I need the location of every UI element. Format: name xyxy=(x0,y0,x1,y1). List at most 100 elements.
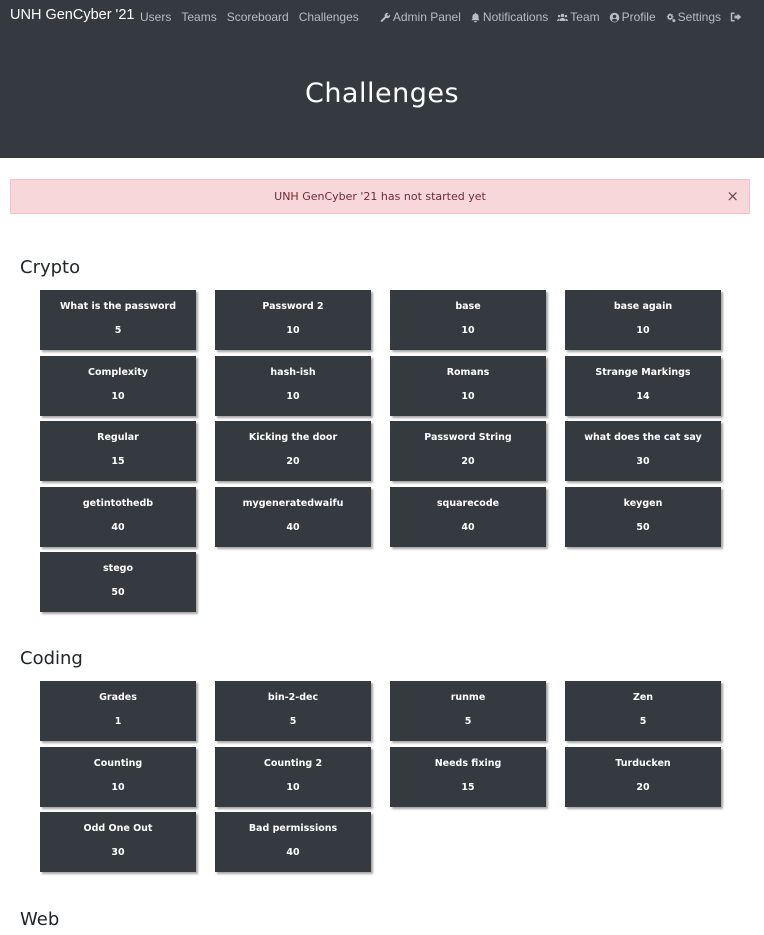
challenge-value: 10 xyxy=(111,391,125,402)
challenge-value: 40 xyxy=(286,847,300,858)
challenge-button[interactable]: base again 10 xyxy=(565,290,721,350)
challenge-button[interactable]: Complexity 10 xyxy=(40,356,196,416)
challenge-button[interactable]: squarecode 40 xyxy=(390,487,546,547)
challenge-name: Zen xyxy=(632,692,654,703)
challenge-value: 5 xyxy=(114,325,122,336)
challenge-value: 50 xyxy=(111,587,125,598)
challenge-value: 10 xyxy=(461,391,475,402)
users-icon xyxy=(557,13,569,21)
team-label: Team xyxy=(570,10,600,24)
nav-link-users[interactable]: Users xyxy=(140,10,171,24)
challenge-name: Strange Markings xyxy=(595,367,691,378)
challenge-button[interactable]: Password 2 10 xyxy=(215,290,371,350)
challenge-button[interactable]: Odd One Out 30 xyxy=(40,812,196,872)
challenge-button[interactable]: What is the password 5 xyxy=(40,290,196,350)
admin-panel-label: Admin Panel xyxy=(392,10,461,24)
nav-link-logout[interactable] xyxy=(730,11,742,23)
nav-link-settings[interactable]: Settings xyxy=(665,10,721,24)
challenge-button[interactable]: runme 5 xyxy=(390,681,546,741)
page-header: Challenges xyxy=(0,34,764,158)
challenge-value: 10 xyxy=(286,391,300,402)
settings-label: Settings xyxy=(677,10,721,24)
challenge-button[interactable]: Regular 15 xyxy=(40,421,196,481)
challenge-button[interactable]: Kicking the door 20 xyxy=(215,421,371,481)
challenge-name: Counting 2 xyxy=(263,758,323,769)
category-web: Web xyxy=(20,909,59,930)
challenge-name: bin-2-dec xyxy=(267,692,319,703)
challenge-button[interactable]: Counting 10 xyxy=(40,747,196,807)
not-started-alert: UNH GenCyber '21 has not started yet × xyxy=(10,179,750,214)
nav-right-links: Admin Panel Notifications Team Profile S… xyxy=(371,10,742,24)
challenge-value: 5 xyxy=(639,716,647,727)
challenge-value: 10 xyxy=(286,325,300,336)
challenge-value: 10 xyxy=(636,325,650,336)
challenge-name: base xyxy=(455,301,481,312)
challenge-name: Grades xyxy=(99,692,137,703)
nav-link-team[interactable]: Team xyxy=(557,10,600,24)
challenge-value: 5 xyxy=(289,716,297,727)
challenge-value: 15 xyxy=(461,782,475,793)
challenge-button[interactable]: Romans 10 xyxy=(390,356,546,416)
category-title: Coding xyxy=(20,648,83,669)
challenge-button[interactable]: keygen 50 xyxy=(565,487,721,547)
challenge-value: 20 xyxy=(636,782,650,793)
challenge-name: mygeneratedwaifu xyxy=(242,498,344,509)
nav-link-profile[interactable]: Profile xyxy=(609,10,656,24)
challenge-name: getintothedb xyxy=(82,498,154,509)
challenge-name: what does the cat say xyxy=(584,432,702,443)
challenge-name: Password String xyxy=(424,432,512,443)
nav-link-notifications[interactable]: Notifications xyxy=(470,10,548,24)
nav-link-scoreboard[interactable]: Scoreboard xyxy=(227,10,289,24)
challenge-value: 20 xyxy=(461,456,475,467)
nav-left-links: Users Teams Scoreboard Challenges xyxy=(140,10,369,24)
challenge-button[interactable]: Needs fixing 15 xyxy=(390,747,546,807)
challenge-button[interactable]: Zen 5 xyxy=(565,681,721,741)
challenge-button[interactable]: base 10 xyxy=(390,290,546,350)
challenge-button[interactable]: mygeneratedwaifu 40 xyxy=(215,487,371,547)
logout-icon xyxy=(730,12,742,22)
notifications-label: Notifications xyxy=(482,10,549,24)
challenge-value: 40 xyxy=(461,522,475,533)
challenge-button[interactable]: Turducken 20 xyxy=(565,747,721,807)
page-title: Challenges xyxy=(304,77,460,109)
challenge-button[interactable]: stego 50 xyxy=(40,552,196,612)
brand-link[interactable]: UNH GenCyber '21 xyxy=(10,7,134,23)
challenge-value: 1 xyxy=(114,716,122,727)
challenge-name: Counting xyxy=(93,758,143,769)
challenge-name: Turducken xyxy=(615,758,671,769)
challenge-value: 30 xyxy=(636,456,650,467)
gears-icon xyxy=(666,12,676,22)
challenge-button[interactable]: Bad permissions 40 xyxy=(215,812,371,872)
challenge-button[interactable]: bin-2-dec 5 xyxy=(215,681,371,741)
alert-close-button[interactable]: × xyxy=(726,189,739,204)
challenge-name: Kicking the door xyxy=(248,432,338,443)
category-title: Crypto xyxy=(20,257,81,278)
challenge-name: stego xyxy=(103,563,133,574)
challenge-name: Bad permissions xyxy=(248,823,338,834)
challenge-value: 30 xyxy=(111,847,125,858)
challenge-value: 5 xyxy=(464,716,472,727)
challenge-button[interactable]: Grades 1 xyxy=(40,681,196,741)
category-coding: Coding xyxy=(20,648,83,669)
challenge-button[interactable]: Counting 2 10 xyxy=(215,747,371,807)
challenge-button[interactable]: getintothedb 40 xyxy=(40,487,196,547)
challenge-name: Needs fixing xyxy=(434,758,502,769)
challenge-name: hash-ish xyxy=(270,367,316,378)
challenge-value: 10 xyxy=(461,325,475,336)
challenge-button[interactable]: hash-ish 10 xyxy=(215,356,371,416)
challenge-button[interactable]: what does the cat say 30 xyxy=(565,421,721,481)
category-crypto: Crypto xyxy=(20,257,80,278)
nav-link-admin-panel[interactable]: Admin Panel xyxy=(380,10,461,24)
challenge-value: 14 xyxy=(636,391,650,402)
challenge-name: squarecode xyxy=(436,498,500,509)
nav-link-challenges[interactable]: Challenges xyxy=(299,10,359,24)
challenge-value: 15 xyxy=(111,456,125,467)
challenge-name: Romans xyxy=(446,367,490,378)
challenge-button[interactable]: Password String 20 xyxy=(390,421,546,481)
nav-link-teams[interactable]: Teams xyxy=(181,10,216,24)
alert-message: UNH GenCyber '21 has not started yet xyxy=(274,190,486,203)
top-navbar: UNH GenCyber '21 Users Teams Scoreboard … xyxy=(0,0,764,34)
category-title: Web xyxy=(20,909,60,930)
challenge-button[interactable]: Strange Markings 14 xyxy=(565,356,721,416)
challenge-name: Odd One Out xyxy=(83,823,153,834)
